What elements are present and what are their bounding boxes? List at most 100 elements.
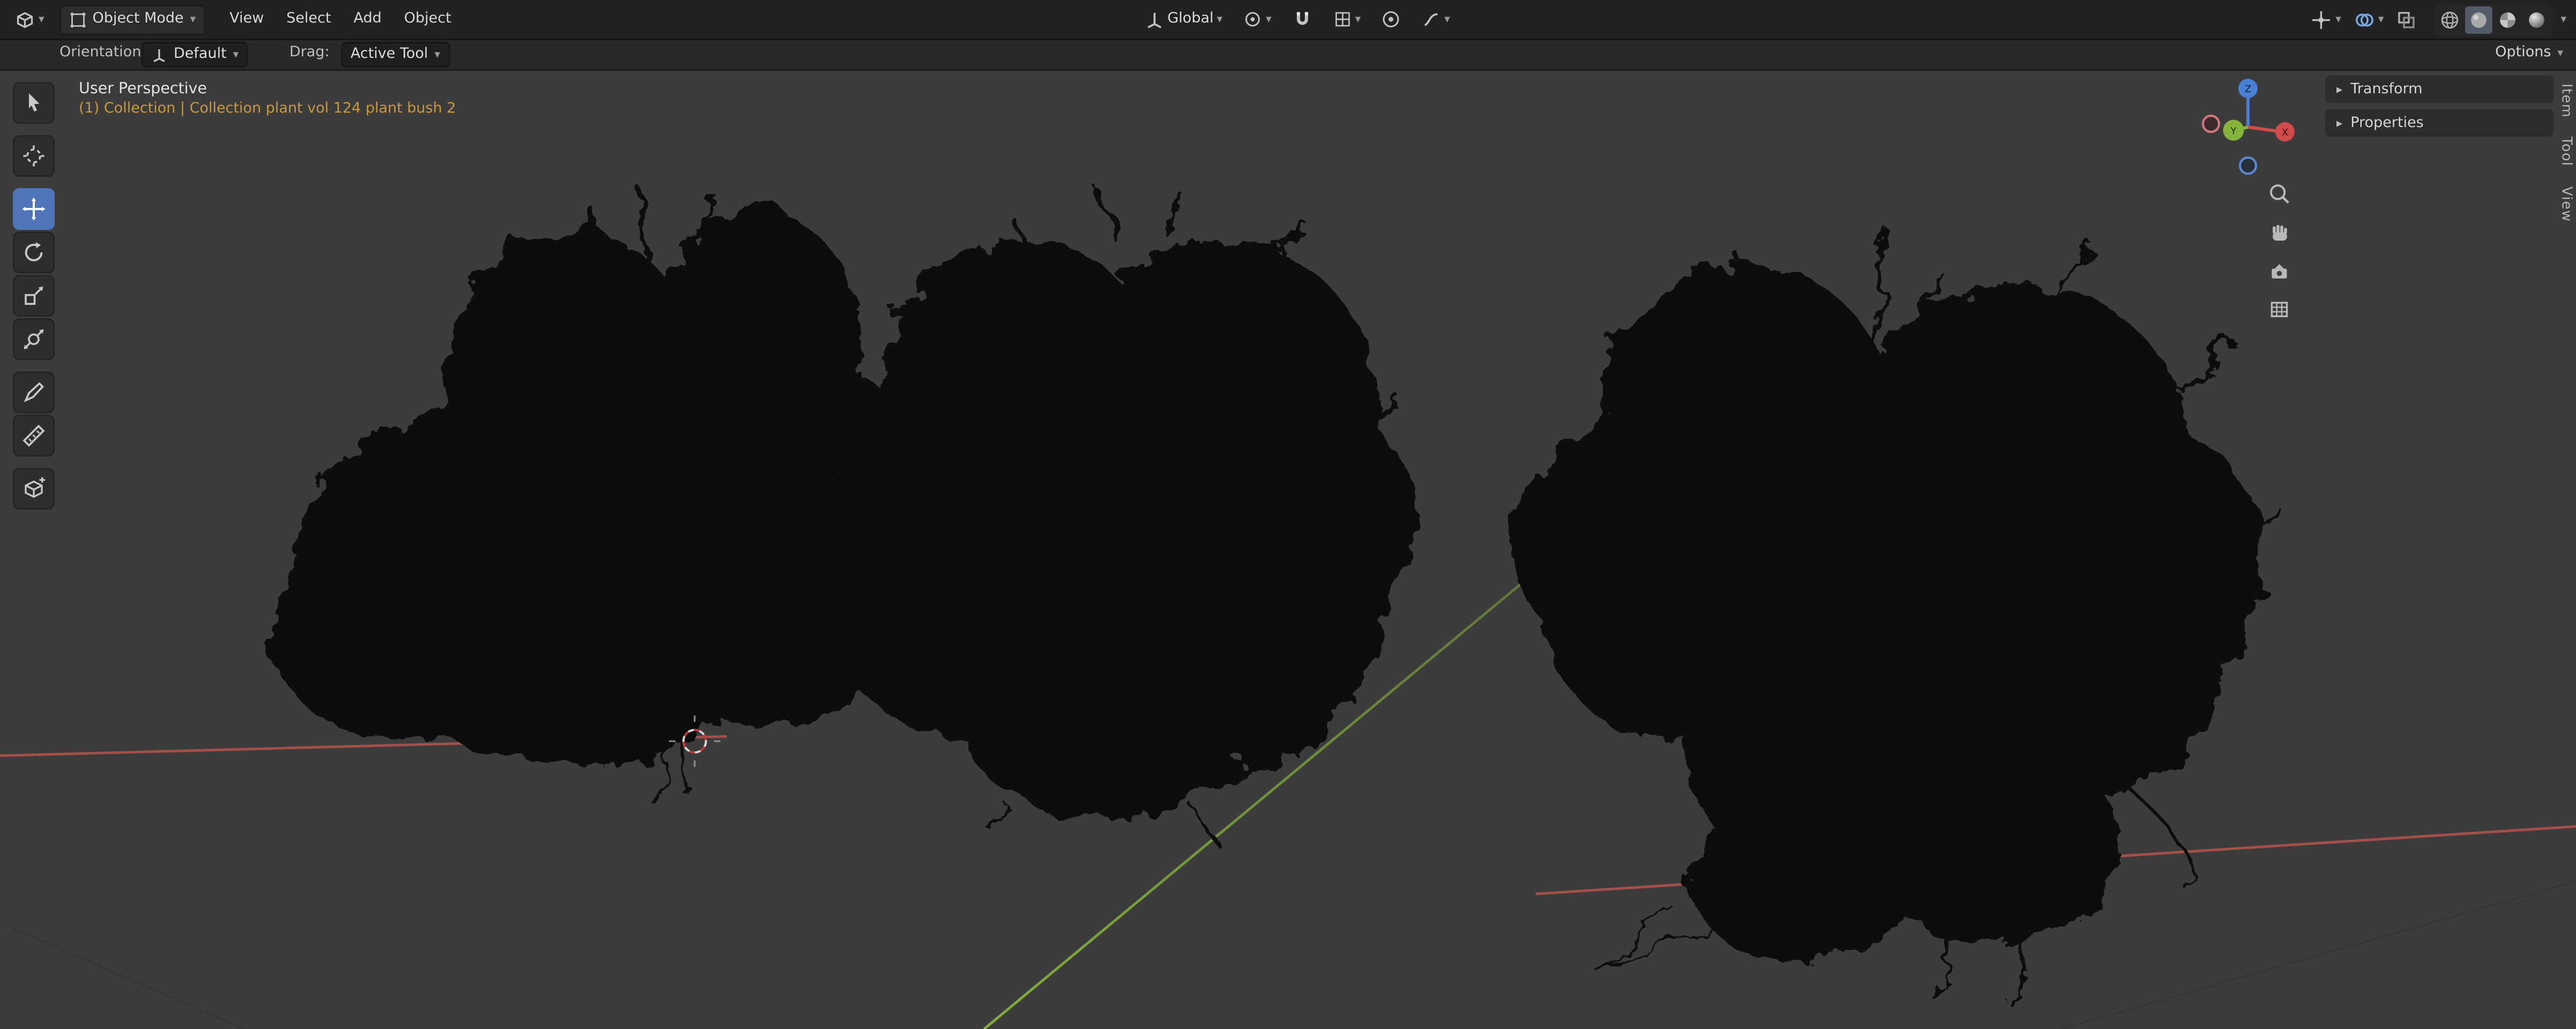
snap-settings[interactable]: ▾ <box>1328 0 1366 39</box>
navigation-gizmo[interactable]: Z X Y <box>2201 77 2295 177</box>
menu-add[interactable]: Add <box>343 11 393 27</box>
rotate-icon <box>25 242 43 262</box>
sidebar-tab-item[interactable]: Item <box>2558 84 2574 118</box>
transform-panel-header[interactable]: ▸ Transform <box>2325 76 2553 103</box>
wireframe-shading-button[interactable] <box>2437 6 2464 33</box>
plant-bush-2[interactable] <box>833 190 1414 838</box>
floor-grid <box>0 880 2576 1029</box>
rendered-shading-icon <box>2529 11 2545 27</box>
sidebar-tab-view[interactable]: View <box>2558 187 2574 222</box>
show-overlays-icon <box>2355 12 2373 26</box>
gizmo-x-label: X <box>2282 127 2288 138</box>
menu-view[interactable]: View <box>218 11 275 27</box>
zoom-icon <box>2269 183 2289 203</box>
editor-type-selector[interactable]: ▾ <box>10 0 49 39</box>
tool-cursor[interactable] <box>13 135 55 177</box>
show-overlays-toggle[interactable]: ▾ <box>2349 0 2389 39</box>
orientation-setting-value: Default <box>174 47 227 63</box>
snap-magnet-icon <box>1296 12 1308 25</box>
tool-move[interactable] <box>13 188 55 230</box>
sidebar-tab-strip: Item Tool View <box>2555 71 2576 222</box>
chevron-down-icon: ▾ <box>2335 12 2341 25</box>
plant-bush-3[interactable] <box>1517 226 2283 998</box>
editor-type-icon <box>17 11 33 27</box>
options-dropdown[interactable]: Options ▾ <box>2495 45 2563 61</box>
toggle-ortho-icon <box>2270 301 2287 317</box>
toggle-xray[interactable] <box>2392 0 2422 39</box>
orientation-label: Global <box>1167 11 1214 27</box>
pan-button[interactable] <box>2266 219 2291 244</box>
gizmo-z-label: Z <box>2245 84 2251 95</box>
solid-shading-icon <box>2471 11 2488 27</box>
sidebar-tab-tool[interactable]: Tool <box>2558 137 2574 167</box>
orientation-axes-icon <box>153 49 165 62</box>
orientation-setting-dropdown[interactable]: Default ▾ <box>142 42 249 68</box>
gizmo-y-label: Y <box>2230 126 2237 137</box>
tool-measure[interactable] <box>13 415 55 457</box>
view-perspective-label: User Perspective <box>79 80 207 98</box>
drag-setting-label: Drag: <box>289 45 330 61</box>
chevron-down-icon: ▾ <box>1217 12 1223 25</box>
menu-object[interactable]: Object <box>393 11 463 27</box>
transform-orientation-selector[interactable]: Global ▾ <box>1140 0 1227 39</box>
gizmo-axis-z-negative[interactable] <box>2238 156 2258 175</box>
pivot-point-selector[interactable]: ▾ <box>1239 0 1277 39</box>
select-box-icon <box>29 93 40 112</box>
gizmo-axis-x-negative[interactable] <box>2201 114 2221 133</box>
shading-dropdown-chevron[interactable]: ▾ <box>2560 13 2566 25</box>
object-mode-icon <box>70 11 85 27</box>
snap-settings-icon <box>1335 12 1350 27</box>
chevron-down-icon: ▾ <box>2557 46 2563 59</box>
mode-selector[interactable]: Object Mode ▾ <box>58 4 206 35</box>
drag-setting-dropdown[interactable]: Active Tool ▾ <box>341 42 450 68</box>
proportional-editing-icon <box>1383 11 1399 27</box>
measure-icon <box>23 424 45 447</box>
pivot-point-icon <box>1246 12 1261 27</box>
show-gizmos-toggle[interactable]: ▾ <box>2306 0 2346 39</box>
chevron-down-icon: ▾ <box>434 47 441 61</box>
tool-annotate[interactable] <box>13 371 55 413</box>
properties-panel-label: Properties <box>2350 115 2424 131</box>
drag-setting-value: Active Tool <box>351 47 428 63</box>
tool-shelf <box>13 82 55 511</box>
orientation-axes-icon <box>1148 13 1162 28</box>
move-icon <box>22 197 46 221</box>
proportional-editing-toggle[interactable] <box>1377 0 1406 39</box>
tool-select-box[interactable] <box>13 82 55 124</box>
blender-window: ▾ Object Mode ▾ View Select Add Object G… <box>0 0 2576 1029</box>
falloff-curve-icon <box>1425 13 1439 26</box>
toggle-xray-icon <box>2399 11 2416 28</box>
transform-panel-label: Transform <box>2350 81 2423 98</box>
chevron-down-icon: ▾ <box>1355 12 1361 25</box>
chevron-down-icon: ▾ <box>190 12 196 25</box>
snap-toggle[interactable] <box>1287 0 1316 39</box>
viewport-3d[interactable] <box>0 0 2576 1029</box>
menu-select[interactable]: Select <box>275 11 342 27</box>
show-gizmos-icon <box>2313 10 2331 28</box>
solid-shading-button[interactable] <box>2466 5 2493 33</box>
chevron-down-icon: ▾ <box>1265 12 1272 25</box>
tool-scale[interactable] <box>13 275 55 317</box>
shading-mode-group <box>2435 4 2553 35</box>
orientation-setting-label: Orientation: <box>59 45 146 61</box>
plant-bush-1[interactable] <box>271 187 919 811</box>
options-label: Options <box>2495 45 2551 61</box>
transform-icon <box>24 329 44 349</box>
wireframe-shading-icon <box>2442 11 2459 28</box>
material-shading-icon <box>2500 11 2517 27</box>
tool-transform[interactable] <box>13 318 55 360</box>
proportional-falloff-selector[interactable]: ▾ <box>1417 0 1455 39</box>
chevron-down-icon: ▾ <box>39 12 44 25</box>
toggle-ortho-button[interactable] <box>2266 296 2291 322</box>
viewport-nav-controls <box>2266 180 2291 322</box>
tool-add-cube[interactable] <box>13 468 55 510</box>
properties-panel-header[interactable]: ▸ Properties <box>2325 109 2553 137</box>
collapsed-arrow-icon: ▸ <box>2336 116 2343 130</box>
zoom-button[interactable] <box>2266 180 2291 206</box>
material-shading-button[interactable] <box>2495 6 2522 33</box>
pan-hand-icon <box>2272 223 2287 240</box>
chevron-down-icon: ▾ <box>2378 12 2384 25</box>
camera-view-button[interactable] <box>2266 257 2291 283</box>
tool-rotate[interactable] <box>13 232 55 273</box>
rendered-shading-button[interactable] <box>2523 6 2551 33</box>
